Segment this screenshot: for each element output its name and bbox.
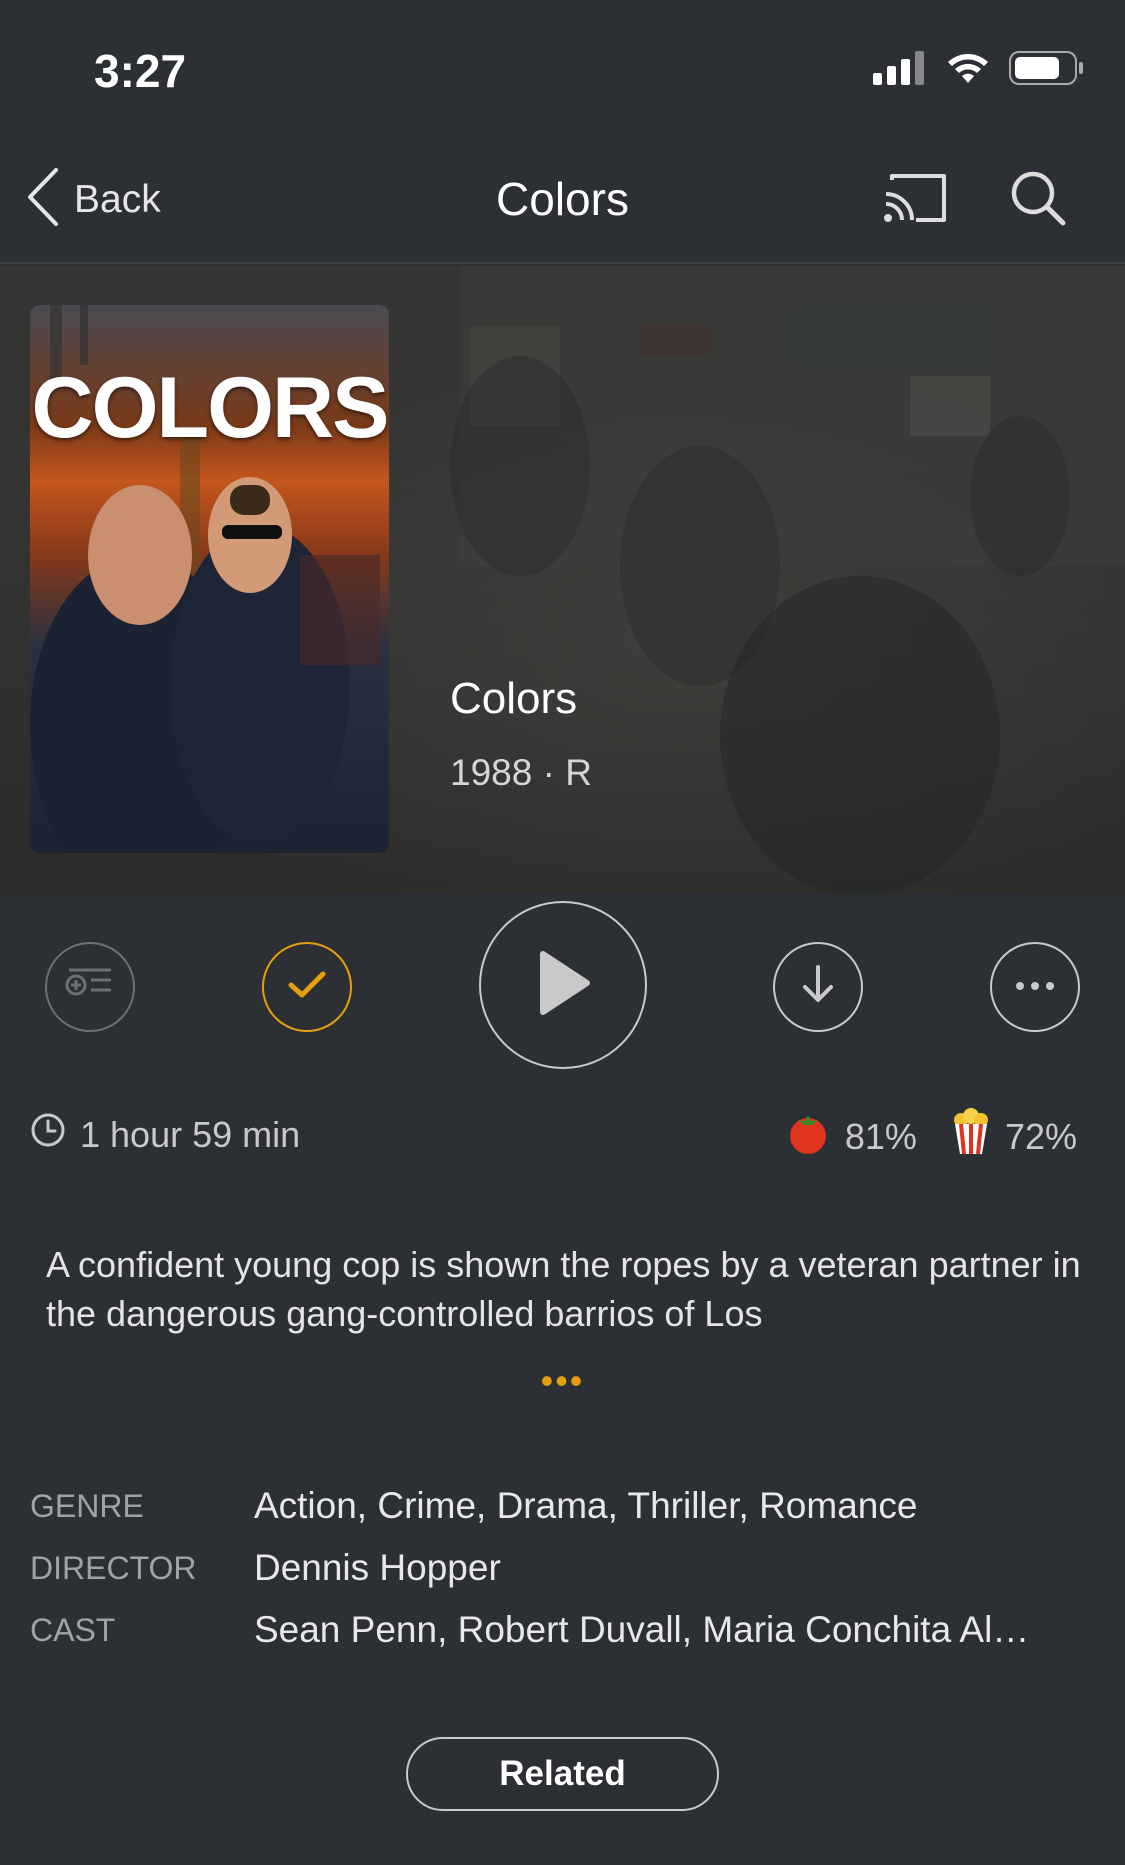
- cast-icon: [882, 174, 948, 228]
- detail-value: Action, Crime, Drama, Thriller, Romance: [253, 1485, 918, 1526]
- page-title: Colors: [496, 173, 629, 225]
- more-options-button[interactable]: [990, 942, 1080, 1032]
- hero-backdrop: COLORS Colors 1988 · R: [0, 266, 1125, 893]
- detail-value[interactable]: Dennis Hopper: [254, 1547, 1110, 1589]
- ratings: 81% 72%: [785, 1108, 1077, 1165]
- detail-label: DIRECTOR: [30, 1549, 197, 1586]
- detail-row-director: DIRECTOR Dennis Hopper: [30, 1537, 1110, 1599]
- movie-title: Colors: [450, 674, 578, 723]
- wifi-icon: [945, 51, 991, 90]
- add-to-playlist-button[interactable]: [45, 942, 135, 1032]
- cast-button[interactable]: [882, 172, 948, 229]
- poster-title: COLORS: [31, 360, 389, 456]
- play-button[interactable]: [479, 901, 647, 1069]
- movie-poster[interactable]: COLORS: [30, 305, 389, 853]
- clock-icon: [30, 1112, 66, 1157]
- audience-rating-value: 72%: [1004, 1115, 1077, 1157]
- download-icon: [801, 964, 835, 1010]
- ellipsis-icon: [1015, 978, 1055, 996]
- status-bar: 3:27: [0, 0, 1125, 132]
- details-table: GENRE Action, Crime, Drama, Thriller, Ro…: [30, 1475, 1110, 1661]
- detail-value[interactable]: Sean Penn, Robert Duvall, Maria Conchita…: [254, 1609, 1110, 1651]
- checkmark-icon: [287, 970, 327, 1005]
- action-row: [0, 893, 1125, 1073]
- nav-bar: Back Colors: [0, 132, 1125, 264]
- audience-rating: 72%: [951, 1108, 1077, 1165]
- expand-summary-button[interactable]: •••: [0, 1360, 1125, 1402]
- playlist-add-icon: [65, 967, 115, 1008]
- related-button[interactable]: Related: [406, 1737, 719, 1811]
- play-icon: [533, 948, 593, 1023]
- movie-meta: 1988 · R: [450, 752, 592, 793]
- detail-label: CAST: [30, 1611, 116, 1648]
- mark-watched-button[interactable]: [262, 942, 352, 1032]
- download-button[interactable]: [773, 942, 863, 1032]
- search-icon: [1008, 171, 1068, 232]
- detail-label: GENRE: [30, 1487, 144, 1524]
- summary-text: A confident young cop is shown the ropes…: [46, 1244, 1081, 1334]
- critic-rating-value: 81%: [844, 1115, 917, 1157]
- status-icons: [873, 50, 1085, 91]
- critic-rating: 81%: [785, 1109, 917, 1164]
- runtime-text: 1 hour 59 min: [80, 1113, 301, 1155]
- status-time: 3:27: [94, 45, 187, 97]
- battery-icon: [1009, 50, 1085, 91]
- search-button[interactable]: [1008, 168, 1068, 233]
- detail-row-genre: GENRE Action, Crime, Drama, Thriller, Ro…: [30, 1475, 1110, 1537]
- detail-row-cast: CAST Sean Penn, Robert Duvall, Maria Con…: [30, 1599, 1110, 1661]
- runtime: 1 hour 59 min: [30, 1112, 300, 1157]
- popcorn-icon: [951, 1108, 991, 1165]
- signal-icon: [873, 51, 927, 90]
- tomato-icon: [785, 1109, 831, 1164]
